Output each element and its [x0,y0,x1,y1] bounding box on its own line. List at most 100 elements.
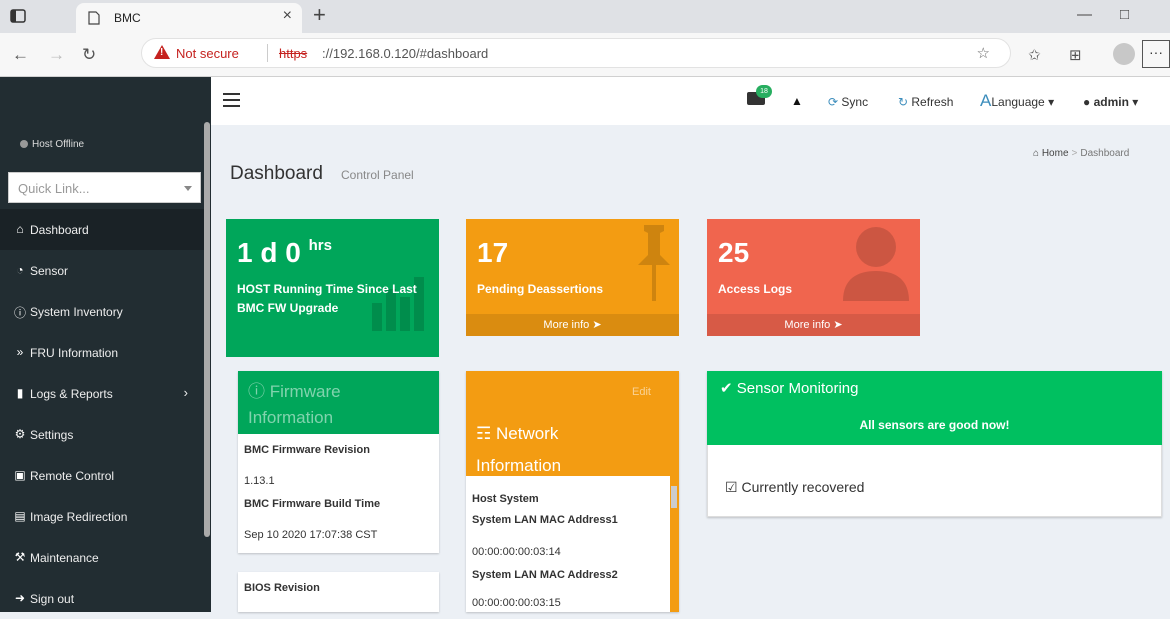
sensor-panel-header: ✔ Sensor Monitoring [707,371,1162,405]
bmc-firmware-revision-label: BMC Firmware Revision [244,444,370,456]
language-label: Language [991,95,1045,109]
profile-avatar[interactable] [1113,43,1135,65]
firmware-panel-title: ⓘ Firmware Information [248,382,341,427]
sidebar: Host Offline Quick Link... ⌂ Dashboard ◔ Se… [0,77,211,612]
drive-icon: ▤ [14,509,26,523]
sidebar-item-sign-out[interactable]: ➜ Sign out [0,578,204,619]
warning-icon [154,45,170,59]
gear-icon: ⚙ [14,427,26,441]
bmc-build-time-label: BMC Firmware Build Time [244,498,381,510]
sensor-monitoring-panel: ✔ Sensor Monitoring All sensors are good… [707,371,1162,517]
refresh-button[interactable]: ↻ Refresh [898,95,953,109]
access-logs-value: 25 [718,237,750,268]
page-subtitle: Control Panel [341,168,414,182]
network-panel-title: ☶ Network Information [476,424,562,475]
firmware-info-panel: ⓘ Firmware Information BMC Firmware Revis… [238,371,439,553]
new-tab-button[interactable]: + [313,2,326,28]
recovered-status: ☑ Currently recovered [725,479,865,495]
deassertions-more-info-link[interactable]: More info ➤ [466,314,679,336]
sidebar-item-dashboard[interactable]: ⌂ Dashboard [0,209,204,250]
sitemap-icon: ☶ [476,424,492,443]
not-secure-label[interactable]: Not secure [176,46,239,61]
bmc-build-time-value: Sep 10 2020 17:07:38 CST [244,529,378,541]
sidebar-item-settings[interactable]: ⚙ Settings [0,414,204,455]
deassertions-value: 17 [477,237,509,268]
access-logs-box: 25 Access Logs More info ➤ [707,219,920,336]
notification-badge: 18 [756,85,772,98]
sensor-panel-body: ☑ Currently recovered [707,445,1162,517]
language-icon: A [980,91,992,110]
breadcrumb: ⌂ Home > Dashboard [1033,148,1130,159]
more-menu-button[interactable]: ··· [1142,40,1170,68]
sync-button[interactable]: ⟳ Sync [828,95,868,109]
network-scroll-thumb[interactable] [671,486,677,508]
sign-out-icon: ➜ [14,591,26,605]
refresh-label: Refresh [911,95,954,109]
sidebar-item-label: Dashboard [30,223,89,237]
running-time-label: HOST Running Time Since Last BMC FW Upgra… [237,282,417,315]
browser-tab[interactable]: BMC × [76,3,302,33]
sidebar-item-label: Image Redirection [30,510,128,524]
back-arrow-icon[interactable]: ← [12,45,29,65]
top-navbar: 18 ▲ ⟳ Sync ↻ Refresh ALanguage ▾ ● admi… [211,77,1170,125]
running-time-value: 1 d 0 hrs [237,237,332,268]
gauge-icon: ◔ [16,263,24,277]
sensor-panel-title: ✔ Sensor Monitoring [720,380,859,397]
minimize-button[interactable]: — [1077,6,1092,23]
sidebar-item-label: Logs & Reports [30,387,113,401]
url-path: ://192.168.0.120/#dashboard [322,46,489,61]
network-panel-header: Edit ☶ Network Information [466,371,679,476]
quick-link-select[interactable]: Quick Link... [8,172,201,203]
bell-icon[interactable]: ▲ [791,94,803,108]
menu-toggle-icon[interactable] [223,93,240,111]
sidebar-item-label: Sign out [30,592,75,606]
host-system-label: Host System [472,493,539,505]
collections-icon[interactable]: ⊞ [1069,46,1082,64]
firmware-panel-header: ⓘ Firmware Information [238,371,439,434]
browser-address-bar: ← → ↻ Not secure https ://192.168.0.120/… [0,33,1170,77]
restore-button[interactable]: □ [1120,6,1129,23]
sidebar-item-remote-control[interactable]: ▣ Remote Control [0,455,204,496]
language-button[interactable]: ALanguage ▾ [980,91,1054,111]
chevron-right-icon: › [183,385,188,400]
sidebar-scrollbar[interactable] [204,122,210,537]
quick-link-placeholder: Quick Link... [18,181,90,196]
user-menu-button[interactable]: ● admin ▾ [1083,95,1138,109]
bios-info-panel: BIOS Revision [238,572,439,612]
sidebar-item-label: Maintenance [30,551,99,565]
bios-revision-label: BIOS Revision [244,582,320,594]
tab-actions-icon[interactable] [10,8,26,24]
user-silhouette-icon [843,227,909,301]
url-field[interactable]: Not secure https ://192.168.0.120/#dashb… [141,38,1011,68]
user-icon: ● [1083,95,1094,109]
host-status: Host Offline [20,139,84,150]
sidebar-item-system-inventory[interactable]: ⓘ System Inventory [0,291,204,332]
reload-icon[interactable]: ↻ [82,45,96,65]
sidebar-item-image-redirection[interactable]: ▤ Image Redirection [0,496,204,537]
mac1-label: System LAN MAC Address1 [472,514,618,526]
host-status-text: Host Offline [32,139,85,150]
sidebar-item-sensor[interactable]: ◔ Sensor [0,250,204,291]
add-favorite-icon[interactable]: ☆ [977,44,990,62]
sidebar-item-maintenance[interactable]: ⚒ Maintenance [0,537,204,578]
deassertions-label: Pending Deassertions [477,282,604,296]
access-logs-more-info-link[interactable]: More info ➤ [707,314,920,336]
breadcrumb-home[interactable]: Home [1042,148,1069,159]
sidebar-item-logs-reports[interactable]: ▮ Logs & Reports › [0,373,204,414]
bar-chart-icon: ▮ [16,386,24,400]
browser-tab-bar: BMC × + — □ [0,0,1170,33]
monitor-icon: ▣ [14,468,26,482]
network-edit-link[interactable]: Edit [632,386,651,398]
close-tab-icon[interactable]: × [283,7,292,25]
wrench-icon: ⚒ [14,550,26,564]
sidebar-item-fru-information[interactable]: » FRU Information [0,332,204,373]
check-circle-outline-icon: ☑ [725,479,738,495]
sync-icon: ⟳ [828,95,842,109]
status-dot-icon [20,140,28,148]
refresh-icon: ↻ [898,95,912,109]
sidebar-item-label: Remote Control [30,469,115,483]
favorites-icon[interactable]: ✩ [1028,46,1041,64]
home-icon: ⌂ [16,222,24,236]
forward-arrow-icon[interactable]: → [48,45,65,65]
sensor-status-banner: All sensors are good now! [707,405,1162,445]
